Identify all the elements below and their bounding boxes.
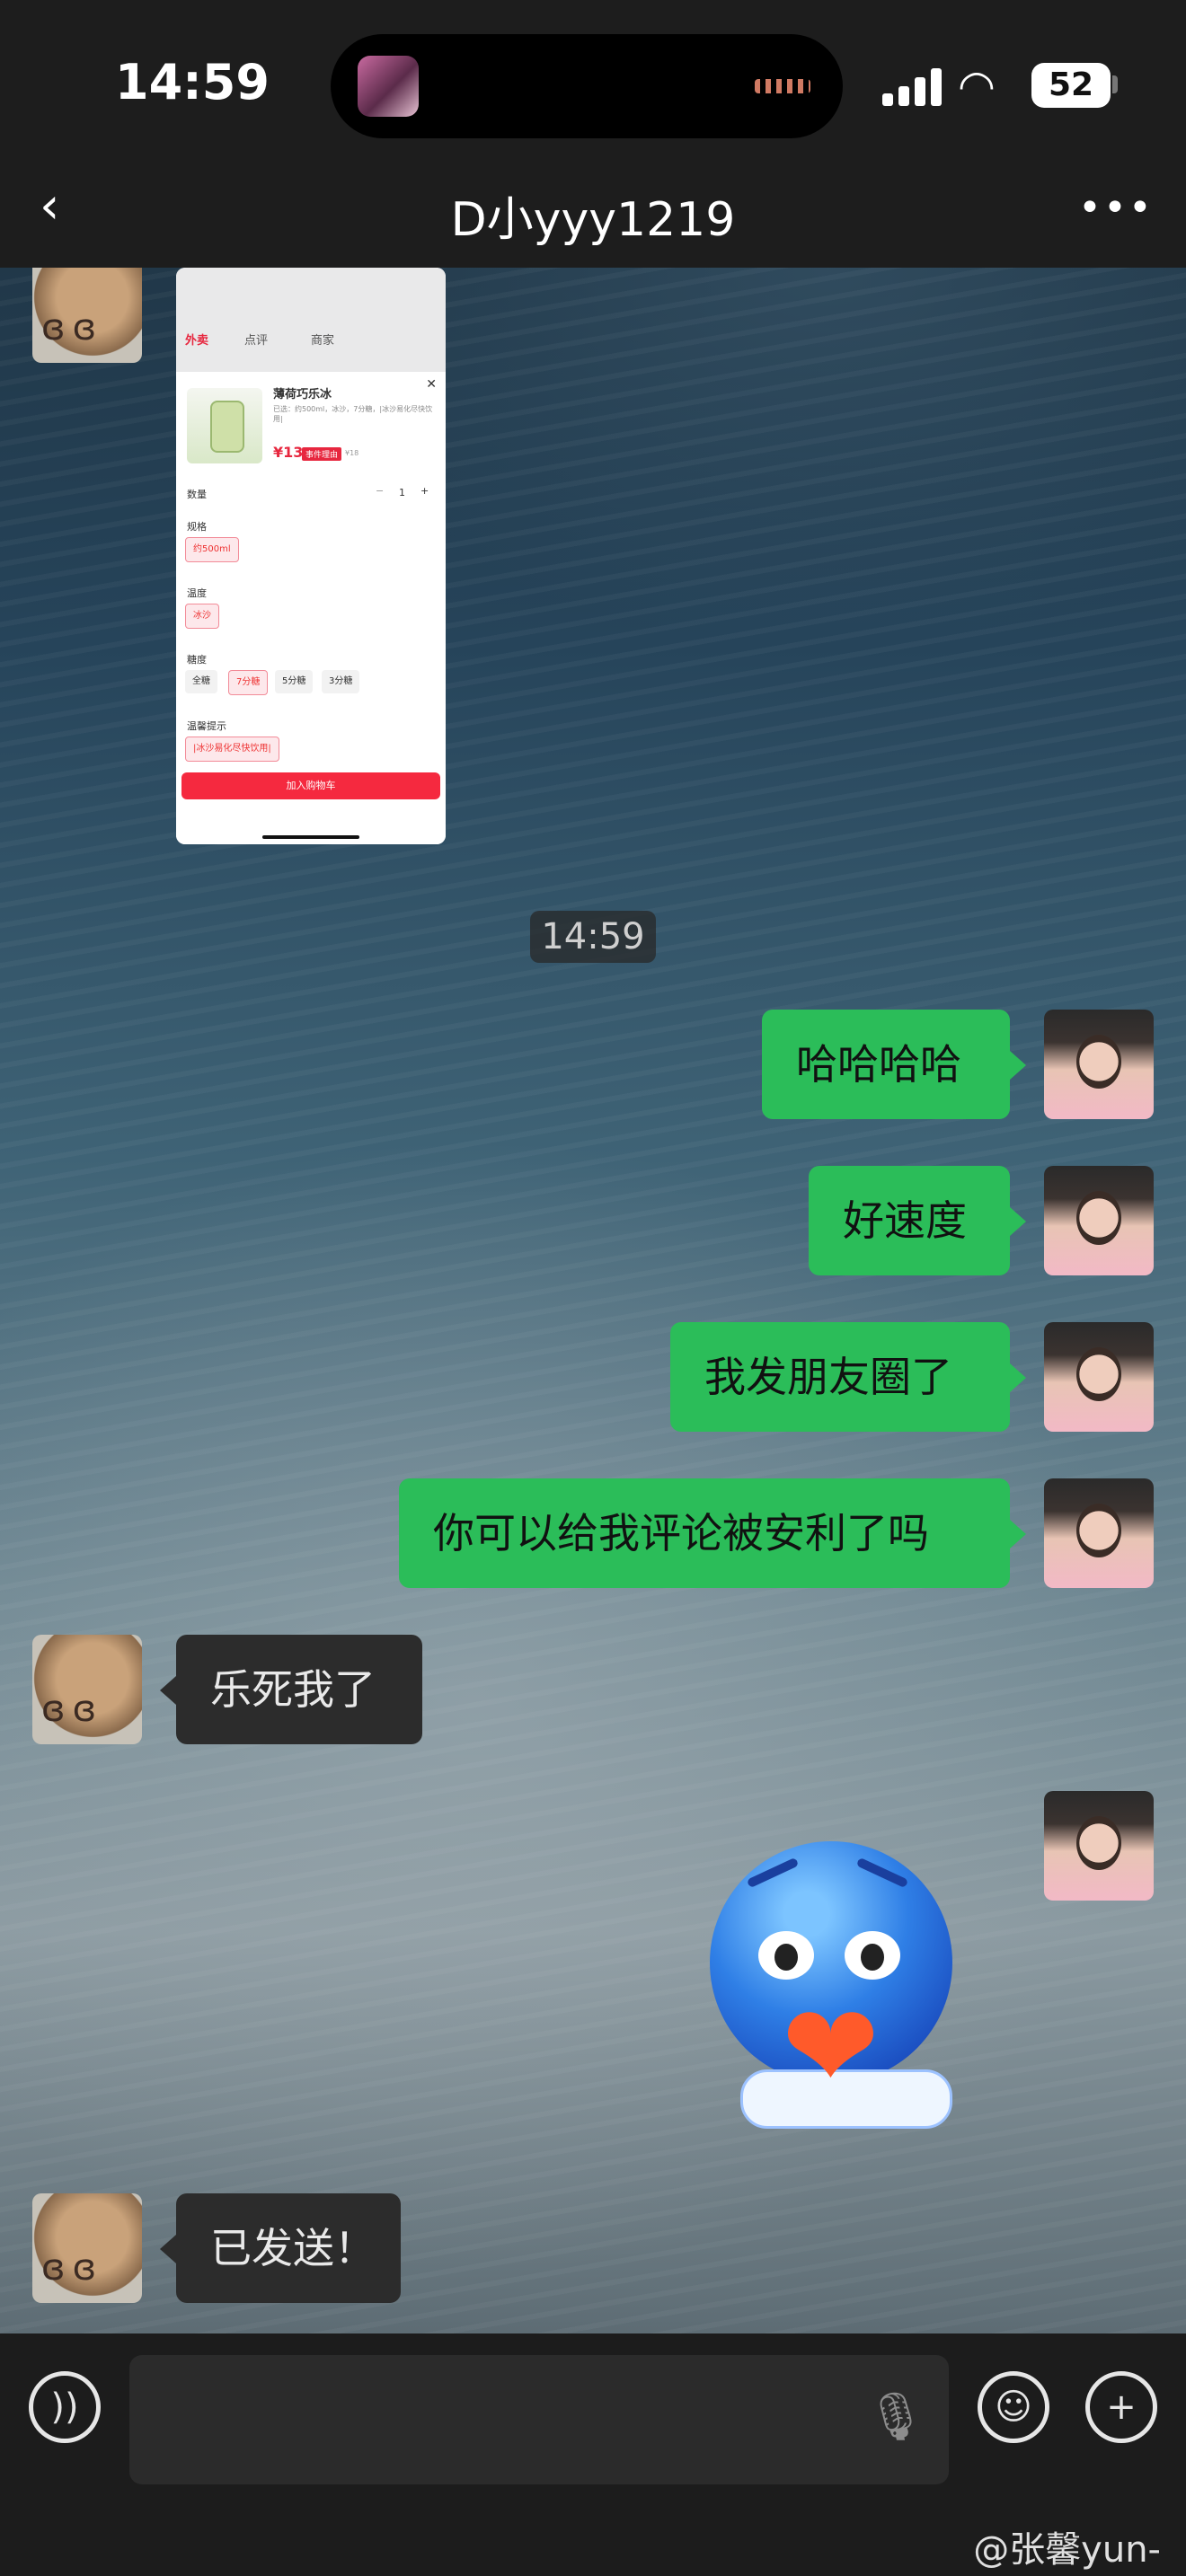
mic-icon[interactable]: 🎙 — [866, 2389, 925, 2452]
message-input-field[interactable]: 🎙 — [129, 2355, 949, 2486]
emoji-face: ❤ — [710, 1841, 952, 2129]
tip-label: 温馨提示 — [187, 720, 226, 732]
product-name: 薄荷巧乐冰 — [273, 388, 332, 401]
product-image — [187, 388, 262, 463]
sticker-heart-emoji[interactable]: ❤ — [701, 1805, 970, 2129]
voice-icon[interactable]: )) — [29, 2371, 101, 2443]
message-bubble-me[interactable]: 好速度 — [809, 1166, 1026, 1275]
add-to-cart-button: 加入购物车 — [181, 772, 440, 799]
quantity-minus: − — [376, 485, 385, 497]
product-desc: 已选：约500ml，冰沙，7分糖，|冰沙易化尽快饮用| — [273, 405, 433, 423]
message-timestamp: 14:59 — [530, 911, 656, 963]
more-icon[interactable]: ••• — [1078, 185, 1152, 231]
friend-avatar[interactable] — [32, 1635, 142, 1744]
emoji-icon[interactable]: ☺ — [978, 2371, 1049, 2443]
plus-icon[interactable]: + — [1085, 2371, 1157, 2443]
heart-icon: ❤ — [782, 1979, 880, 2115]
tip-option: |冰沙易化尽快饮用| — [185, 737, 279, 762]
emoji-brow — [746, 1857, 800, 1889]
home-indicator — [262, 835, 359, 839]
quantity-value: 1 — [399, 487, 405, 498]
message-input[interactable] — [151, 2355, 837, 2486]
message-bubble-me[interactable]: 我发朋友圈了 — [670, 1322, 1026, 1432]
my-avatar[interactable] — [1044, 1322, 1154, 1432]
watermark: @张馨yun- — [973, 2529, 1161, 2571]
emoji-eye — [758, 1931, 814, 1980]
sugar-option: 3分糖 — [322, 670, 360, 693]
screenshot-tab: 点评 — [244, 334, 269, 348]
emoji-eye — [845, 1931, 900, 1980]
battery-icon: 52 — [1031, 63, 1111, 108]
top-bar: 14:59 ◠ 52 ‹ D小yyy1219 ••• — [0, 0, 1186, 268]
screenshot-tab: 外卖 — [185, 334, 209, 348]
sugar-option: 5分糖 — [275, 670, 314, 693]
message-bubble-me[interactable]: 哈哈哈哈 — [762, 1010, 1026, 1119]
emoji-brow — [855, 1857, 909, 1889]
screenshot-tab: 商家 — [311, 334, 335, 348]
price-tag: 事件理由 — [302, 447, 342, 461]
dynamic-island[interactable] — [331, 34, 843, 138]
spec-option: 约500ml — [185, 537, 239, 562]
temp-option: 冰沙 — [185, 604, 219, 629]
screenshot-header: 外卖 点评 商家 — [176, 268, 446, 372]
sugar-option: 全糖 — [185, 670, 217, 693]
sugar-option: 7分糖 — [228, 670, 269, 695]
message-bubble-friend[interactable]: 已发送！ — [160, 2193, 401, 2303]
wifi-icon: ◠ — [958, 61, 996, 111]
signal-icon — [882, 66, 945, 106]
status-time: 14:59 — [115, 54, 270, 110]
message-bubble-friend[interactable]: 乐死我了 — [160, 1635, 422, 1744]
my-avatar[interactable] — [1044, 1010, 1154, 1119]
battery-tip — [1112, 75, 1118, 93]
friend-avatar[interactable] — [32, 253, 142, 363]
temp-label: 温度 — [187, 587, 207, 599]
message-bubble-me[interactable]: 你可以给我评论被安利了吗 — [399, 1478, 1026, 1588]
spec-label: 规格 — [187, 521, 207, 533]
quantity-plus: + — [420, 485, 429, 497]
chat-title: D小yyy1219 — [450, 193, 736, 247]
my-avatar[interactable] — [1044, 1478, 1154, 1588]
shared-screenshot-image[interactable]: 外卖 点评 商家 ✕ 薄荷巧乐冰 已选：约500ml，冰沙，7分糖，|冰沙易化尽… — [176, 268, 446, 844]
friend-avatar[interactable] — [32, 2193, 142, 2303]
quantity-label: 数量 — [187, 489, 207, 500]
close-icon: ✕ — [426, 377, 437, 392]
original-price: ¥18 — [345, 449, 359, 457]
my-avatar[interactable] — [1044, 1791, 1154, 1901]
product-price: ¥13 — [273, 444, 304, 461]
audio-wave-icon — [755, 79, 810, 93]
product-sheet: ✕ 薄荷巧乐冰 已选：约500ml，冰沙，7分糖，|冰沙易化尽快饮用| ¥13 … — [176, 372, 446, 844]
now-playing-artwork — [358, 56, 419, 117]
sugar-label: 糖度 — [187, 654, 207, 666]
my-avatar[interactable] — [1044, 1166, 1154, 1275]
